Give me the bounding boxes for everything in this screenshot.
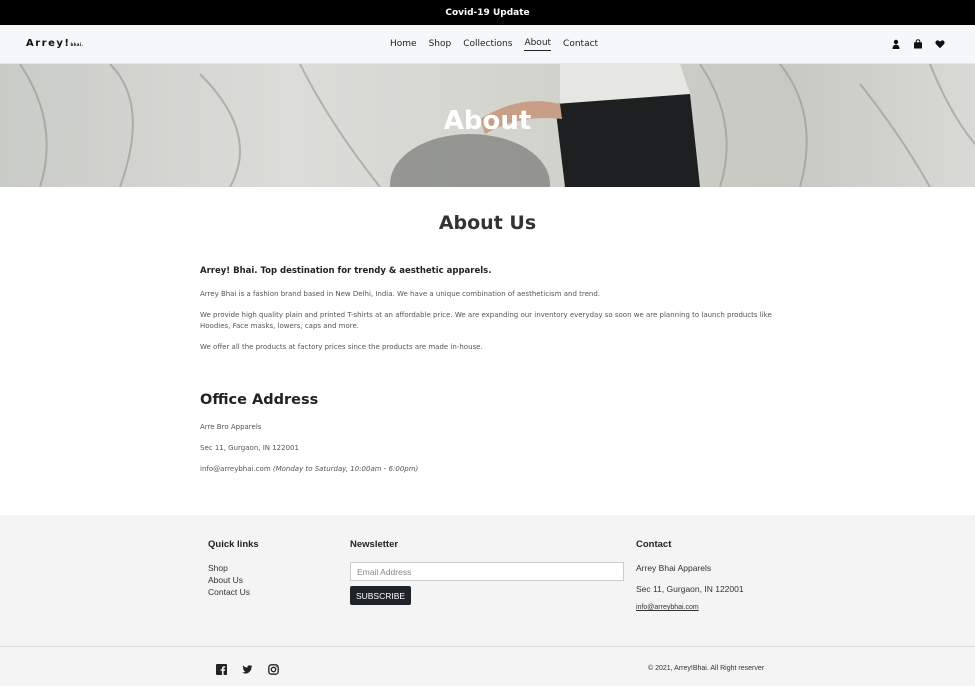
office-address: Sec 11, Gurgaon, IN 122001 [200,444,299,452]
logo-small-text: bhai. [70,42,84,47]
office-email[interactable]: info@arreybhai.com [200,465,271,473]
nav-collections[interactable]: Collections [463,39,512,51]
facebook-icon[interactable] [216,664,227,675]
header-icons [891,39,945,49]
contact-name: Arrey Bhai Apparels [636,563,712,573]
office-contact-line: info@arreybhai.com (Monday to Saturday, … [200,464,780,475]
quick-links-heading: Quick links [208,539,259,550]
heart-icon[interactable] [935,39,945,49]
contact-address: Sec 11, Gurgaon, IN 122001 [636,584,744,594]
subscribe-button[interactable]: SUBSCRIBE [350,586,411,605]
copyright-text: © 2021, Arrey!Bhai. All Right reserver [648,665,765,672]
nav-contact[interactable]: Contact [563,39,598,51]
footer-link-about-us[interactable]: About Us [208,575,243,585]
logo-main-text: Arrey! [26,38,71,49]
newsletter-heading: Newsletter [350,539,399,550]
about-tagline: Arrey! Bhai. Top destination for trendy … [200,266,492,276]
shopping-bag-icon[interactable] [913,39,923,49]
about-paragraph: We provide high quality plain and printe… [200,311,772,330]
footer-link-shop[interactable]: Shop [208,563,228,573]
about-paragraph: Arrey Bhai is a fashion brand based in N… [200,290,601,298]
site-header: Arrey!bhai. Home Shop Collections About … [0,25,975,64]
about-paragraph: We offer all the products at factory pri… [200,343,483,351]
nav-shop[interactable]: Shop [429,39,452,51]
user-icon[interactable] [891,39,901,49]
brand-logo[interactable]: Arrey!bhai. [26,38,83,49]
announcement-text[interactable]: Covid-19 Update [445,8,529,18]
contact-email-link[interactable]: info@arreybhai.com [636,604,699,611]
site-footer: Quick links Shop About Us Contact Us New… [0,515,975,686]
announcement-bar[interactable]: Covid-19 Update [0,0,975,25]
nav-home[interactable]: Home [390,39,417,51]
twitter-icon[interactable] [242,664,253,675]
hero-title: About [443,106,532,136]
main-nav: Home Shop Collections About Contact [384,25,604,64]
instagram-icon[interactable] [268,664,279,675]
office-name: Arre Bro Apparels [200,423,262,431]
office-hours: (Monday to Saturday, 10:00am - 6:00pm) [272,465,419,473]
nav-about[interactable]: About [524,38,552,51]
social-links [216,664,279,675]
hero-banner: About [0,64,975,187]
office-heading: Office Address [200,392,319,408]
footer-link-contact-us[interactable]: Contact Us [208,587,250,597]
newsletter-email-input[interactable] [350,562,624,581]
contact-heading: Contact [636,539,672,550]
footer-divider [0,646,975,647]
about-heading: About Us [438,212,537,234]
